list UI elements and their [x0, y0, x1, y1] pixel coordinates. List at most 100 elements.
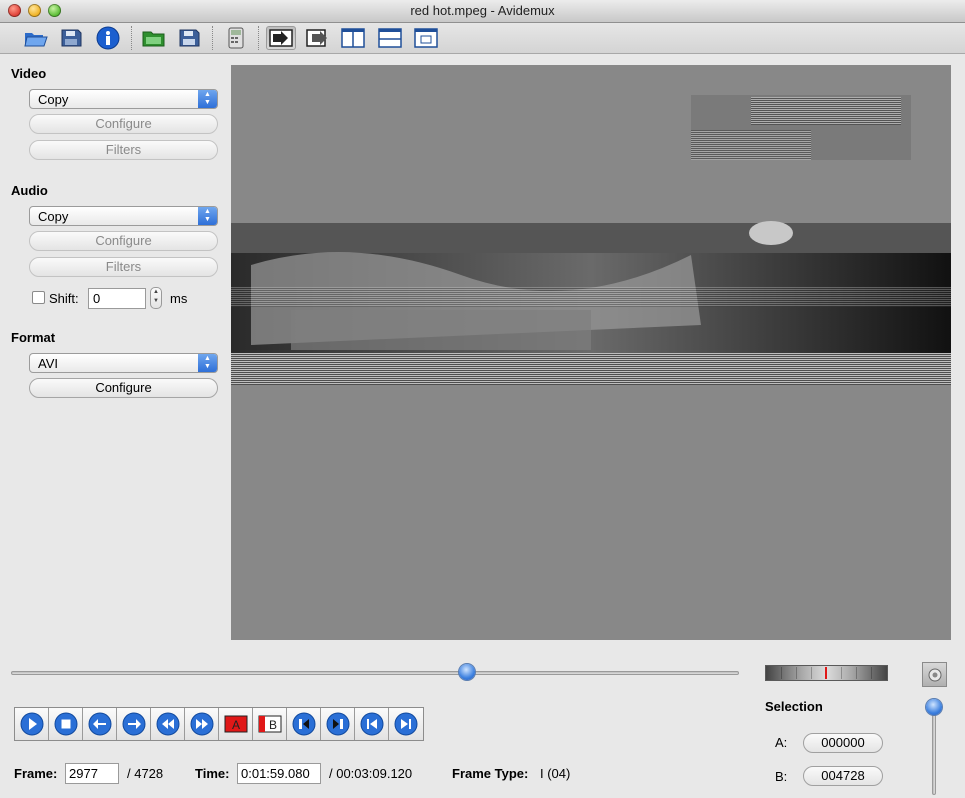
save-icon: [61, 29, 82, 47]
jog-tick: [856, 667, 857, 679]
save-button[interactable]: [58, 26, 84, 50]
append-button[interactable]: [141, 26, 167, 50]
previous-frame-icon: [88, 712, 111, 736]
goto-end-button[interactable]: [389, 708, 423, 740]
selection-a-button[interactable]: 000000: [803, 733, 883, 753]
goto-start-icon: [360, 712, 383, 736]
timeline-slider-knob[interactable]: [458, 664, 475, 680]
previous-keyframe-icon: [292, 712, 315, 736]
play-button[interactable]: [15, 708, 49, 740]
jog-tick: [841, 667, 842, 679]
volume-slider-knob[interactable]: [926, 699, 942, 715]
video-codec-value: Copy: [38, 92, 69, 107]
stop-button[interactable]: [49, 708, 83, 740]
shift-stepper[interactable]: ▲ ▼: [150, 287, 162, 309]
volume-slider-track[interactable]: [932, 705, 936, 795]
toolbar-separator: [212, 26, 214, 50]
title-bar: red hot.mpeg - Avidemux: [0, 0, 965, 23]
shift-input[interactable]: 0: [88, 288, 146, 309]
svg-text:A: A: [231, 718, 239, 732]
frame-label: Frame:: [14, 766, 58, 781]
set-marker-a-icon: A: [224, 715, 247, 733]
calculator-icon: [228, 27, 244, 49]
audio-codec-select[interactable]: Copy ▲ ▼: [29, 206, 218, 226]
selection-title: Selection: [765, 699, 823, 714]
timeline-track[interactable]: [11, 671, 739, 675]
speaker-icon: [928, 668, 941, 681]
transport-controls: A B: [14, 707, 424, 741]
previous-keyframe-button[interactable]: [287, 708, 321, 740]
frame-input[interactable]: 2977: [65, 763, 119, 784]
next-keyframe-icon: [326, 712, 349, 736]
video-preview: [231, 65, 951, 640]
output-view-button[interactable]: [305, 26, 331, 50]
jog-tick: [781, 667, 782, 679]
video-filters-button[interactable]: Filters: [29, 140, 218, 160]
top-bottom-view-icon: [378, 28, 402, 48]
jog-tick: [871, 667, 872, 679]
output-view-icon: [306, 29, 327, 47]
goto-start-button[interactable]: [355, 708, 389, 740]
shift-unit-label: ms: [170, 291, 188, 306]
jog-tick: [811, 667, 812, 679]
stop-icon: [54, 712, 77, 736]
time-total: / 00:03:09.120: [329, 766, 413, 781]
open-icon: [24, 33, 48, 47]
input-view-button[interactable]: [266, 26, 296, 50]
format-value: AVI: [38, 356, 58, 371]
window-title: red hot.mpeg - Avidemux: [410, 3, 555, 18]
selection-b-button[interactable]: 004728: [803, 766, 883, 786]
audio-filters-button[interactable]: Filters: [29, 257, 218, 277]
separate-window-view-icon: [414, 28, 438, 48]
frame-type-label: Frame Type:: [452, 766, 529, 781]
next-keyframe-button[interactable]: [321, 708, 355, 740]
top-bottom-view-button[interactable]: [377, 26, 403, 50]
video-configure-button[interactable]: Configure: [29, 114, 218, 134]
popup-arrows-icon: ▲ ▼: [198, 90, 217, 108]
frame-type-value: I (04): [540, 766, 571, 781]
jog-tick: [796, 667, 797, 679]
audio-configure-button[interactable]: Configure: [29, 231, 218, 251]
side-by-side-view-button[interactable]: [340, 26, 366, 50]
play-icon: [20, 712, 43, 736]
audio-section-title: Audio: [11, 183, 48, 198]
rewind-icon: [156, 712, 179, 736]
selection-a-label: A:: [775, 735, 788, 750]
time-input[interactable]: 0:01:59.080: [237, 763, 321, 784]
open-button[interactable]: [23, 26, 49, 50]
save-video-button[interactable]: [176, 26, 202, 50]
selection-b-label: B:: [775, 769, 788, 784]
next-frame-button[interactable]: [117, 708, 151, 740]
audio-codec-value: Copy: [38, 209, 69, 224]
set-marker-a-button[interactable]: A: [219, 708, 253, 740]
save-video-icon: [179, 29, 200, 47]
jog-shuttle[interactable]: [765, 665, 888, 681]
shift-checkbox[interactable]: [32, 291, 45, 304]
video-frame-image: [231, 65, 951, 640]
format-select[interactable]: AVI ▲ ▼: [29, 353, 218, 373]
set-marker-b-button[interactable]: B: [253, 708, 287, 740]
format-configure-button[interactable]: Configure: [29, 378, 218, 398]
video-codec-select[interactable]: Copy ▲ ▼: [29, 89, 218, 109]
fast-forward-button[interactable]: [185, 708, 219, 740]
toolbar-separator: [131, 26, 133, 50]
popup-arrows-icon: ▲ ▼: [198, 354, 217, 372]
frame-total: / 4728: [127, 766, 164, 781]
next-frame-icon: [122, 712, 145, 736]
goto-end-icon: [394, 712, 418, 736]
info-icon: [96, 26, 120, 50]
side-by-side-view-icon: [341, 28, 365, 48]
svg-text:B: B: [268, 718, 276, 732]
calculator-button[interactable]: [223, 26, 249, 50]
previous-frame-button[interactable]: [83, 708, 117, 740]
rewind-button[interactable]: [151, 708, 185, 740]
format-section-title: Format: [11, 330, 56, 345]
jog-center-marker: [825, 667, 827, 679]
properties-button[interactable]: [95, 26, 121, 50]
shift-label: Shift:: [49, 291, 79, 306]
video-section-title: Video: [11, 66, 47, 81]
separate-window-view-button[interactable]: [413, 26, 439, 50]
popup-arrows-icon: ▲ ▼: [198, 207, 217, 225]
fast-forward-icon: [190, 712, 213, 736]
volume-button[interactable]: [922, 662, 947, 687]
